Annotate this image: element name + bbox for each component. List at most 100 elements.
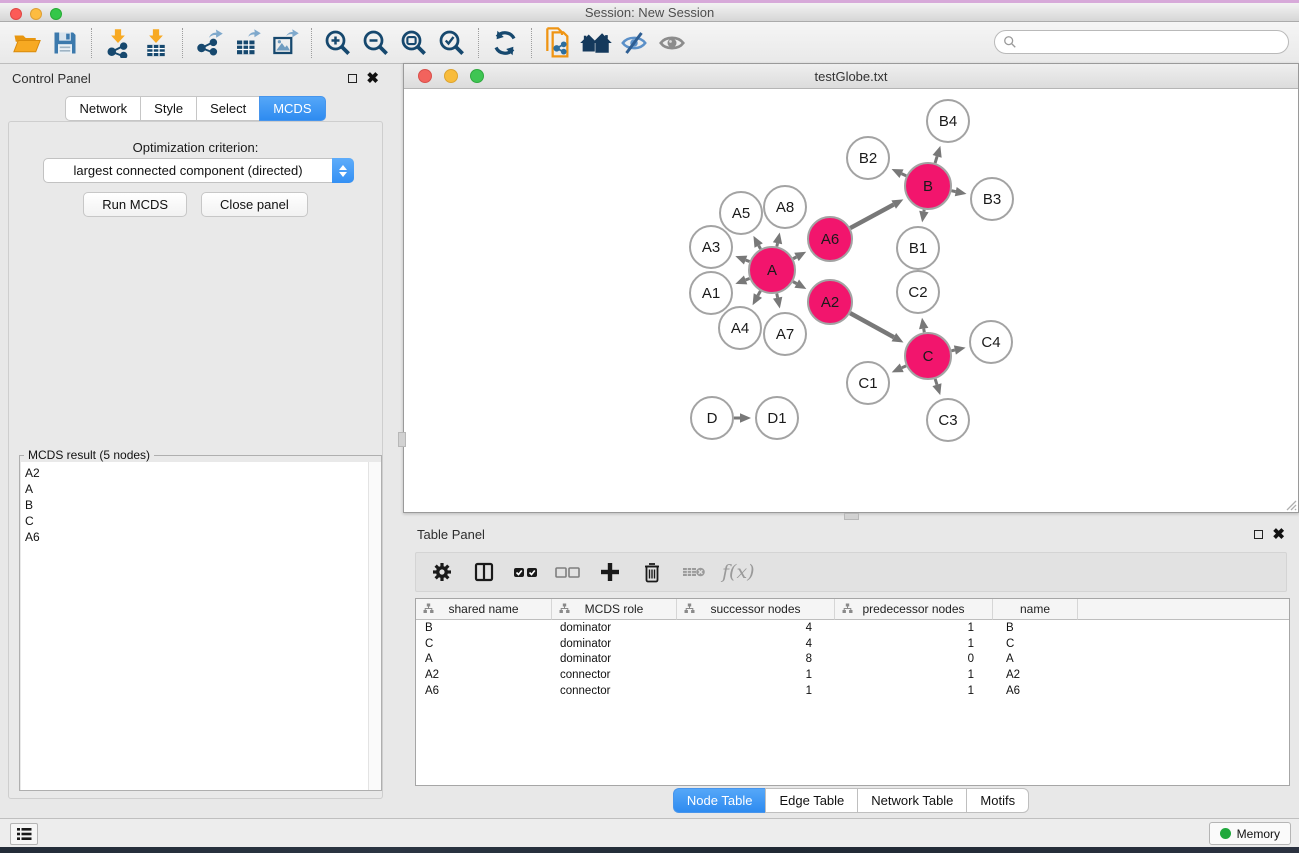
mcds-result-list[interactable]: A2ABCA6 (21, 462, 381, 790)
mcds-result-item[interactable]: C (25, 513, 381, 529)
table-cell[interactable]: dominator (551, 636, 676, 652)
mcds-result-item[interactable]: B (25, 497, 381, 513)
import-table-icon[interactable] (137, 25, 175, 61)
tab-mcds[interactable]: MCDS (259, 96, 325, 121)
open-session-icon[interactable] (8, 25, 46, 61)
vertical-splitter-handle[interactable] (398, 432, 406, 447)
close-traffic-light[interactable] (10, 8, 22, 20)
show-all-icon[interactable] (653, 25, 691, 61)
minimize-traffic-light[interactable] (444, 69, 458, 83)
resize-grip-icon[interactable] (1283, 497, 1297, 511)
graph-edge[interactable] (924, 329, 925, 333)
zoom-in-icon[interactable] (319, 25, 357, 61)
graph-edge[interactable] (902, 366, 906, 368)
result-list-scrollbar[interactable] (368, 462, 381, 790)
graph-edge[interactable] (793, 257, 796, 259)
export-table-icon[interactable] (228, 25, 266, 61)
table-cell[interactable]: B (992, 620, 1077, 636)
table-cell[interactable]: A2 (416, 667, 551, 683)
tab-edge-table[interactable]: Edge Table (765, 788, 857, 813)
save-session-icon[interactable] (46, 25, 84, 61)
horizontal-splitter-handle[interactable] (844, 513, 859, 520)
table-cell[interactable]: dominator (551, 620, 676, 636)
network-canvas[interactable]: A5A8A6A3AA1A2A4A7B4B2BB3B1C2CC4C1C3DD1 (404, 89, 1298, 512)
table-cell[interactable]: 8 (676, 652, 834, 668)
task-history-button[interactable] (10, 823, 38, 845)
table-cell[interactable] (1077, 667, 1289, 683)
graph-edge[interactable] (850, 205, 893, 229)
table-cell[interactable]: A (992, 652, 1077, 668)
graph-edge[interactable] (777, 243, 778, 246)
function-builder-fx-icon[interactable]: f(x) (722, 561, 755, 583)
zoom-selected-icon[interactable] (433, 25, 471, 61)
graph-edge[interactable] (793, 282, 797, 284)
mcds-result-item[interactable]: A (25, 481, 381, 497)
table-cell[interactable] (1077, 683, 1289, 699)
tab-network[interactable]: Network (65, 96, 140, 121)
deselect-all-columns-icon[interactable] (554, 558, 582, 586)
column-header-successor-nodes[interactable]: successor nodes (676, 599, 834, 620)
mcds-result-item[interactable]: A6 (25, 529, 381, 545)
run-mcds-button[interactable]: Run MCDS (83, 192, 187, 217)
zoom-out-icon[interactable] (357, 25, 395, 61)
graph-edge[interactable] (952, 191, 956, 192)
tab-node-table[interactable]: Node Table (673, 788, 766, 813)
table-cell[interactable]: A6 (416, 683, 551, 699)
table-cell[interactable]: connector (551, 683, 676, 699)
zoom-traffic-light[interactable] (470, 69, 484, 83)
table-row[interactable]: Adominator80A (416, 652, 1289, 668)
table-row[interactable]: A6connector11A6 (416, 683, 1289, 699)
table-cell[interactable] (1077, 652, 1289, 668)
table-cell[interactable]: 1 (676, 683, 834, 699)
table-cell[interactable]: A2 (992, 667, 1077, 683)
table-cell[interactable]: C (416, 636, 551, 652)
split-columns-icon[interactable] (470, 558, 498, 586)
table-cell[interactable]: connector (551, 667, 676, 683)
delete-column-trash-icon[interactable] (638, 558, 666, 586)
import-network-icon[interactable] (99, 25, 137, 61)
tab-style[interactable]: Style (140, 96, 196, 121)
float-panel-icon[interactable] (1254, 530, 1263, 539)
network-window-titlebar[interactable]: testGlobe.txt (404, 64, 1298, 89)
memory-button[interactable]: Memory (1209, 822, 1291, 845)
table-row[interactable]: Bdominator41B (416, 620, 1289, 636)
column-header-predecessor-nodes[interactable]: predecessor nodes (834, 599, 992, 620)
column-header-shared-name[interactable]: shared name (416, 599, 551, 620)
select-all-columns-icon[interactable] (512, 558, 540, 586)
search-field[interactable] (994, 30, 1289, 54)
close-panel-icon[interactable]: ✖ (366, 74, 379, 83)
graph-edge[interactable] (746, 278, 750, 279)
table-cell[interactable] (1077, 620, 1289, 636)
graph-edge[interactable] (758, 291, 761, 296)
mcds-result-item[interactable]: A2 (25, 465, 381, 481)
graph-edge[interactable] (902, 174, 907, 176)
table-cell[interactable]: 0 (834, 652, 992, 668)
zoom-fit-icon[interactable] (395, 25, 433, 61)
tab-select[interactable]: Select (196, 96, 259, 121)
tab-motifs[interactable]: Motifs (966, 788, 1029, 813)
graph-edge[interactable] (850, 313, 894, 337)
table-cell[interactable]: 4 (676, 620, 834, 636)
table-cell[interactable]: B (416, 620, 551, 636)
table-cell[interactable]: 1 (676, 667, 834, 683)
minimize-traffic-light[interactable] (30, 8, 42, 20)
home-icon[interactable] (577, 25, 615, 61)
graph-edge[interactable] (935, 379, 937, 385)
graph-edge[interactable] (746, 260, 750, 261)
table-cell[interactable]: dominator (551, 652, 676, 668)
network-graph[interactable]: A5A8A6A3AA1A2A4A7B4B2BB3B1C2CC4C1C3DD1 (404, 89, 1298, 512)
table-cell[interactable]: 1 (834, 620, 992, 636)
hide-selected-icon[interactable] (615, 25, 653, 61)
table-cell[interactable]: C (992, 636, 1077, 652)
graph-edge[interactable] (951, 350, 954, 351)
table-cell[interactable]: A (416, 652, 551, 668)
table-cell[interactable]: 1 (834, 636, 992, 652)
graph-edge[interactable] (935, 156, 937, 163)
create-column-plus-icon[interactable] (596, 558, 624, 586)
table-cell[interactable]: 4 (676, 636, 834, 652)
close-panel-button[interactable]: Close panel (201, 192, 308, 217)
delete-table-icon[interactable] (680, 558, 708, 586)
table-cell[interactable]: 1 (834, 683, 992, 699)
column-header-MCDS-role[interactable]: MCDS role (551, 599, 676, 620)
close-traffic-light[interactable] (418, 69, 432, 83)
